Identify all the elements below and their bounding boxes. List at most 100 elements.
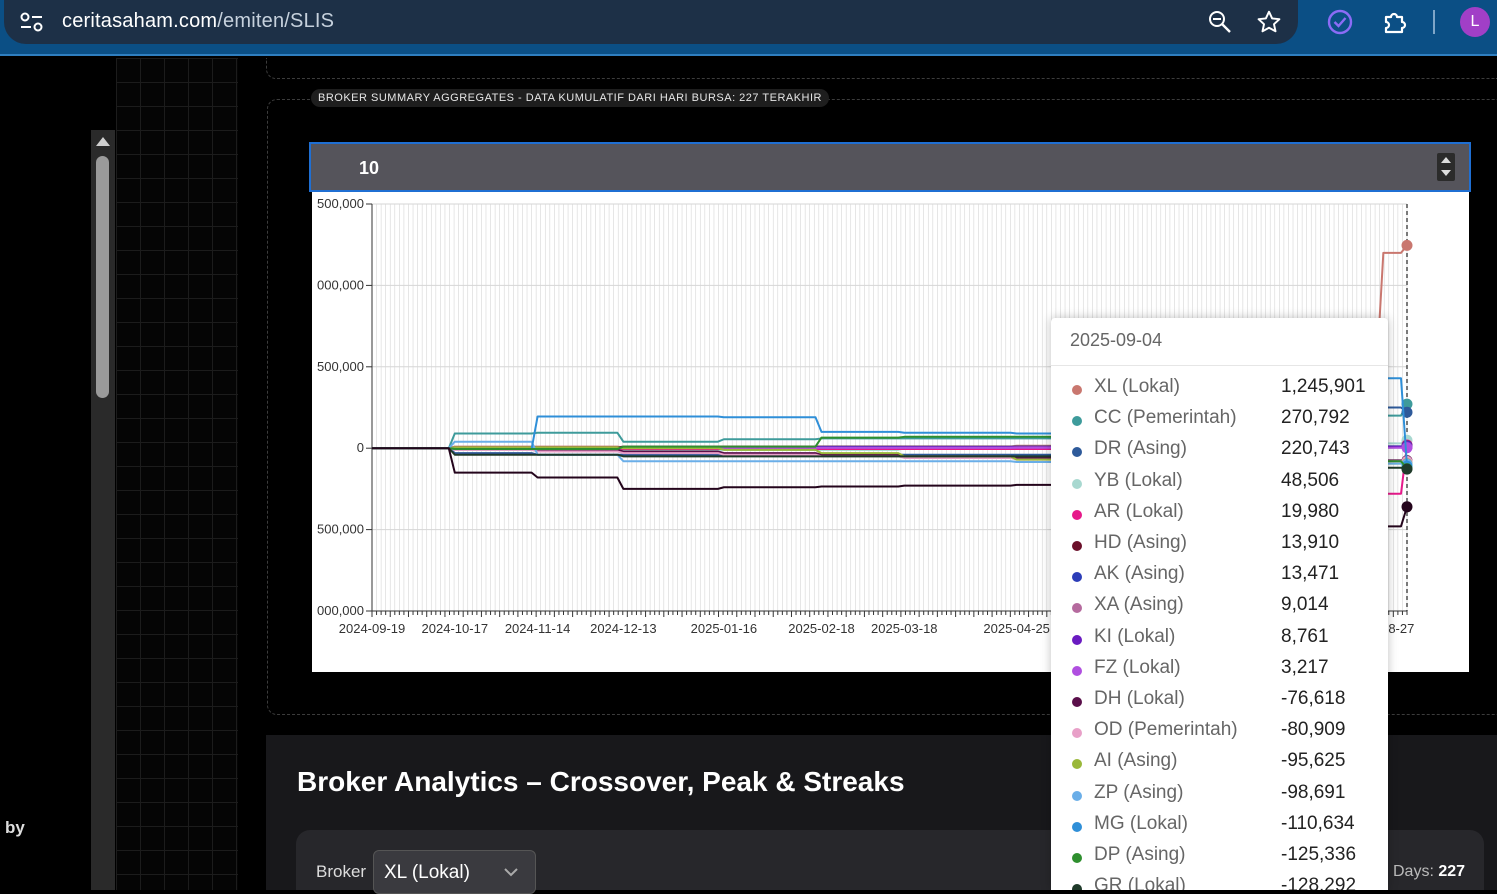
tooltip-broker-value: -128,292 xyxy=(1281,875,1357,890)
tooltip-row: FZ (Lokal) 3,217 xyxy=(1051,655,1388,686)
x-tick-label: 2025-04-25 xyxy=(983,621,1050,636)
series-color-dot xyxy=(1072,572,1082,583)
series-color-dot xyxy=(1072,447,1082,458)
top-n-number-input[interactable]: 10 xyxy=(309,142,1471,192)
previous-panel-border xyxy=(266,58,1497,79)
series-color-dot xyxy=(1072,665,1082,676)
bookmark-star-icon[interactable] xyxy=(1256,9,1282,35)
series-color-dot xyxy=(1072,697,1082,707)
x-tick-label: 2024-12-13 xyxy=(590,621,657,636)
tooltip-broker-value: 220,743 xyxy=(1281,438,1350,460)
tooltip-broker-name: OD (Pemerintah) xyxy=(1094,719,1238,741)
url-text[interactable]: ceritasaham.com/emiten/SLIS xyxy=(62,10,334,33)
tooltip-row: AK (Asing) 13,471 xyxy=(1051,561,1388,592)
days-value: 227 xyxy=(1438,863,1466,880)
tooltip-row: AR (Lokal) 19,980 xyxy=(1051,499,1388,530)
spin-up-icon[interactable] xyxy=(1441,157,1451,163)
tooltip-row: OD (Pemerintah) -80,909 xyxy=(1051,717,1388,748)
chevron-down-icon xyxy=(504,868,518,877)
series-color-dot xyxy=(1072,821,1082,832)
y-tick-label: 500,000 xyxy=(317,196,364,211)
extension-check-icon[interactable] xyxy=(1326,8,1354,36)
series-color-dot xyxy=(1072,416,1082,427)
series-color-dot xyxy=(1072,478,1082,489)
series-color-dot xyxy=(1072,385,1082,395)
profile-avatar[interactable]: L xyxy=(1460,7,1490,37)
tooltip-broker-value: 48,506 xyxy=(1281,469,1340,491)
x-tick-label: 2025-01-16 xyxy=(691,621,758,636)
series-color-dot xyxy=(1072,509,1082,520)
url-path: /emiten/SLIS xyxy=(217,10,335,32)
tooltip-row: DH (Lokal) -76,618 xyxy=(1051,686,1388,717)
zoom-icon[interactable] xyxy=(1208,10,1232,34)
y-tick-label: 000,000 xyxy=(317,277,364,292)
tooltip-row: AI (Asing) -95,625 xyxy=(1051,748,1388,779)
tooltip-broker-value: -110,634 xyxy=(1281,812,1355,834)
broker-select[interactable]: XL (Lokal) xyxy=(373,850,536,894)
tooltip-broker-value: 270,792 xyxy=(1281,407,1350,429)
tooltip-broker-name: HD (Asing) xyxy=(1094,532,1187,553)
series-color-dot xyxy=(1072,728,1082,739)
x-tick-label: 2024-09-19 xyxy=(339,621,406,636)
days-label: Days: xyxy=(1393,863,1434,880)
tooltip-broker-name: FZ (Lokal) xyxy=(1094,656,1181,678)
tooltip-broker-value: 1,245,901 xyxy=(1281,376,1366,397)
tooltip-broker-name: AK (Asing) xyxy=(1094,563,1185,585)
x-tick-label: 2024-11-14 xyxy=(505,621,571,636)
tooltip-row: KI (Lokal) 8,761 xyxy=(1051,624,1388,655)
tooltip-broker-name: XL (Lokal) xyxy=(1094,376,1180,397)
chart-tooltip: 2025-09-04 XL (Lokal) 1,245,901 CC (Pemeri… xyxy=(1051,318,1388,890)
extensions-puzzle-icon[interactable] xyxy=(1381,8,1409,36)
y-tick-label: 0 xyxy=(357,440,364,455)
sidebar-scroll-thumb[interactable] xyxy=(96,156,109,398)
x-tick-label: 2025-03-18 xyxy=(871,621,938,636)
y-tick-label: 000,000 xyxy=(317,603,364,618)
address-bar[interactable]: ceritasaham.com/emiten/SLIS xyxy=(4,0,1298,44)
tooltip-broker-value: 8,761 xyxy=(1281,625,1329,647)
x-tick-label: 2025-02-18 xyxy=(788,621,855,636)
tooltip-broker-value: 19,980 xyxy=(1281,500,1340,522)
tooltip-row: DP (Asing) -125,336 xyxy=(1051,842,1388,873)
tooltip-broker-name: CC (Pemerintah) xyxy=(1094,407,1237,429)
series-color-dot xyxy=(1072,634,1082,645)
tooltip-row: YB (Lokal) 48,506 xyxy=(1051,468,1388,499)
grid-background xyxy=(116,58,238,890)
tooltip-row: GR (Lokal) -128,292 xyxy=(1051,873,1388,890)
series-end-marker xyxy=(1401,501,1413,513)
tooltip-broker-name: AR (Lokal) xyxy=(1094,500,1184,522)
tooltip-broker-name: XA (Asing) xyxy=(1094,594,1184,616)
tooltip-broker-value: -76,618 xyxy=(1281,688,1346,709)
broker-label: Broker xyxy=(316,862,367,881)
tooltip-broker-name: MG (Lokal) xyxy=(1094,812,1188,834)
x-tick-label: 8-27 xyxy=(1388,621,1414,636)
tooltip-broker-name: YB (Lokal) xyxy=(1094,469,1183,491)
tooltip-row: CC (Pemerintah) 270,792 xyxy=(1051,405,1388,436)
series-end-marker xyxy=(1401,463,1413,475)
scroll-up-arrow-icon[interactable] xyxy=(96,137,110,146)
tooltip-row: XA (Asing) 9,014 xyxy=(1051,592,1388,623)
analytics-title: Broker Analytics – Crossover, Peak & Str… xyxy=(297,766,905,797)
spin-down-icon[interactable] xyxy=(1441,170,1451,176)
tooltip-broker-value: -95,625 xyxy=(1281,750,1346,772)
toolbar-separator xyxy=(1433,10,1435,34)
tooltip-broker-name: DR (Asing) xyxy=(1094,438,1187,460)
tooltip-broker-name: ZP (Asing) xyxy=(1094,781,1184,803)
panel-legend: BROKER SUMMARY AGGREGATES - DATA KUMULAT… xyxy=(311,89,830,107)
series-color-dot xyxy=(1072,759,1082,770)
tooltip-row: DR (Asing) 220,743 xyxy=(1051,436,1388,467)
tooltip-broker-value: -125,336 xyxy=(1281,844,1357,865)
tooltip-broker-value: 13,910 xyxy=(1281,532,1340,553)
tooltip-broker-value: 9,014 xyxy=(1281,594,1329,616)
tooltip-broker-name: KI (Lokal) xyxy=(1094,625,1176,647)
series-color-dot xyxy=(1072,603,1082,614)
series-color-dot xyxy=(1072,790,1082,801)
browser-toolbar: ceritasaham.com/emiten/SLIS L xyxy=(0,0,1497,56)
number-spinner[interactable] xyxy=(1437,153,1455,181)
broker-select-value: XL (Lokal) xyxy=(384,862,470,883)
tooltip-broker-name: DH (Lokal) xyxy=(1094,688,1185,709)
y-tick-label: 500,000 xyxy=(317,522,364,537)
tooltip-broker-name: GR (Lokal) xyxy=(1094,875,1186,890)
site-settings-icon[interactable] xyxy=(18,10,46,34)
tooltip-row: ZP (Asing) -98,691 xyxy=(1051,780,1388,811)
series-color-dot xyxy=(1072,541,1082,551)
